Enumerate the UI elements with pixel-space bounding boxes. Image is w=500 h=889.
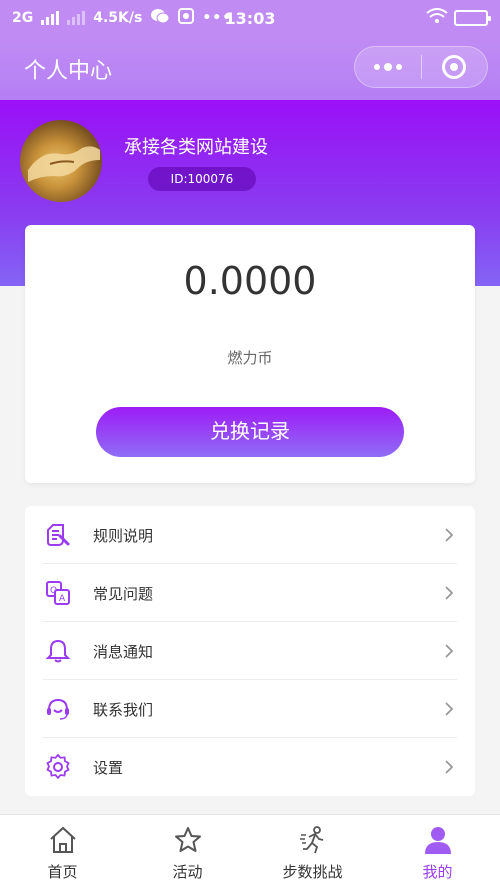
chevron-right-icon xyxy=(445,702,454,716)
menu-item-settings[interactable]: 设置 xyxy=(25,738,475,796)
tab-label: 首页 xyxy=(47,863,78,881)
tab-label: 步数挑战 xyxy=(282,863,343,881)
settings-menu: 规则说明 Q A 常见问题 消息通知 联系我们 设置 xyxy=(25,506,475,796)
chevron-right-icon xyxy=(445,586,454,600)
menu-item-label: 设置 xyxy=(93,758,124,777)
status-bar: 2G 4.5K/s ••• 13:03 xyxy=(0,0,500,36)
user-id-badge: ID:100076 xyxy=(148,167,256,191)
menu-item-label: 消息通知 xyxy=(93,642,154,661)
dot-icon xyxy=(383,63,392,71)
faq-icon: Q A xyxy=(46,581,70,605)
balance-card: 0.0000 燃力币 兑换记录 xyxy=(25,225,475,483)
runner-icon xyxy=(300,826,324,854)
balance-unit: 燃力币 xyxy=(227,349,273,367)
user-icon xyxy=(425,827,451,854)
network-type: 2G xyxy=(12,10,34,26)
handshake-image xyxy=(28,146,100,182)
tab-label: 活动 xyxy=(172,863,203,881)
svg-text:A: A xyxy=(59,594,66,604)
headset-icon xyxy=(47,698,69,720)
chevron-right-icon xyxy=(445,760,454,774)
username: 承接各类网站建设 xyxy=(124,137,268,158)
page-title: 个人中心 xyxy=(24,59,113,84)
tab-home[interactable]: 首页 xyxy=(0,815,125,889)
menu-item-label: 规则说明 xyxy=(93,526,154,545)
more-menu-button[interactable] xyxy=(355,47,421,87)
bell-icon xyxy=(45,639,71,663)
menu-item-faq[interactable]: Q A 常见问题 xyxy=(25,564,475,622)
avatar[interactable] xyxy=(20,120,102,202)
tab-activity[interactable]: 活动 xyxy=(125,815,250,889)
more-status-icon: ••• xyxy=(202,10,233,26)
battery-icon xyxy=(454,10,491,26)
svg-text:Q: Q xyxy=(50,586,57,596)
menu-item-rules[interactable]: 规则说明 xyxy=(25,506,475,564)
home-icon xyxy=(50,826,76,853)
target-icon xyxy=(442,55,467,79)
gear-icon xyxy=(46,754,70,780)
dot-icon xyxy=(373,64,380,70)
wifi-icon xyxy=(426,8,448,28)
tab-mine[interactable]: 我的 xyxy=(375,815,500,889)
menu-item-label: 常见问题 xyxy=(93,584,154,603)
chevron-right-icon xyxy=(445,644,454,658)
menu-item-contact[interactable]: 联系我们 xyxy=(25,680,475,738)
dot-icon xyxy=(395,64,402,70)
wechat-icon xyxy=(150,8,170,28)
app-notification-icon xyxy=(178,8,195,28)
menu-item-notifications[interactable]: 消息通知 xyxy=(25,622,475,680)
close-mini-program-button[interactable] xyxy=(422,47,488,87)
chevron-right-icon xyxy=(445,528,454,542)
balance-value: 0.0000 xyxy=(183,259,317,303)
signal-icon xyxy=(41,11,60,25)
star-icon xyxy=(175,827,201,852)
rules-icon xyxy=(47,524,70,546)
exchange-record-button[interactable]: 兑换记录 xyxy=(96,407,404,457)
menu-item-label: 联系我们 xyxy=(93,700,154,719)
tab-step-challenge[interactable]: 步数挑战 xyxy=(250,815,375,889)
nav-bar: 个人中心 xyxy=(0,36,500,100)
network-speed: 4.5K/s xyxy=(93,10,143,26)
tab-label: 我的 xyxy=(422,863,453,881)
signal-secondary-icon xyxy=(67,11,86,25)
tab-bar: 首页 活动 步数挑战 我的 xyxy=(0,814,500,889)
mini-program-capsule xyxy=(354,46,488,88)
